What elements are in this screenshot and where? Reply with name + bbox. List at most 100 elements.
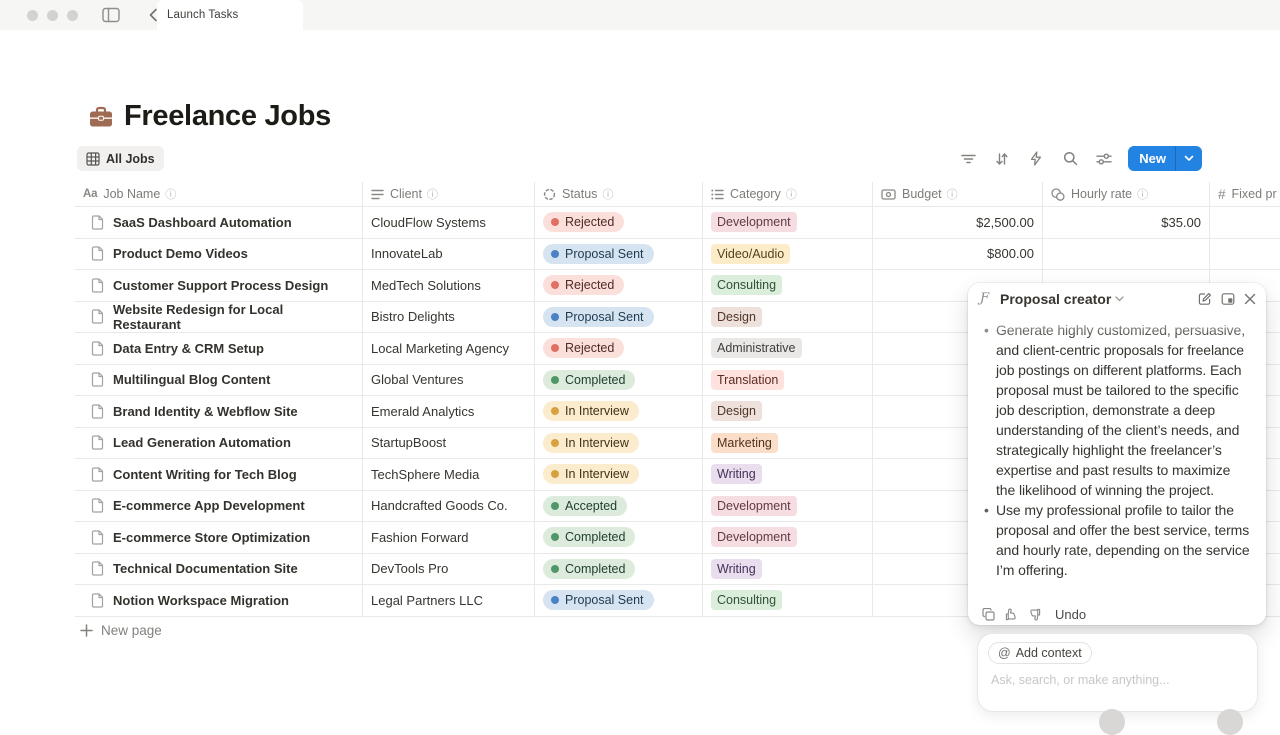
status-badge[interactable]: Accepted [543,496,627,516]
status-cell[interactable]: Rejected [535,270,703,302]
close-icon[interactable] [1244,293,1256,305]
window-close-button[interactable] [27,10,38,21]
briefcase-icon[interactable] [88,105,114,129]
status-badge[interactable]: Proposal Sent [543,307,654,327]
category-cell[interactable]: Administrative [703,333,873,365]
job-name-cell[interactable]: E-commerce Store Optimization [75,522,363,554]
sidebar-toggle-icon[interactable] [102,7,120,23]
status-cell[interactable]: In Interview [535,459,703,491]
category-tag[interactable]: Writing [711,464,762,484]
job-name[interactable]: Data Entry & CRM Setup [113,341,264,356]
side-peek-icon[interactable] [1221,292,1235,306]
client-cell[interactable]: Bistro Delights [363,302,535,334]
filter-icon[interactable] [956,147,980,171]
job-name-cell[interactable]: Content Writing for Tech Blog [75,459,363,491]
window-minimize-button[interactable] [47,10,58,21]
client-cell[interactable]: Emerald Analytics [363,396,535,428]
info-icon[interactable]: ⓘ [786,186,797,202]
job-name-cell[interactable]: Customer Support Process Design [75,270,363,302]
info-icon[interactable]: ⓘ [602,186,613,202]
status-cell[interactable]: Rejected [535,333,703,365]
job-name-cell[interactable]: Multilingual Blog Content [75,365,363,397]
submit-button[interactable] [1217,709,1243,735]
status-badge[interactable]: In Interview [543,464,639,484]
undo-button[interactable]: Undo [1055,607,1086,622]
sliders-icon[interactable] [1092,147,1116,171]
status-cell[interactable]: Proposal Sent [535,302,703,334]
status-badge[interactable]: Proposal Sent [543,244,654,264]
status-cell[interactable]: Completed [535,522,703,554]
column-header-job-name[interactable]: AaJob Nameⓘ [75,182,363,207]
category-tag[interactable]: Design [711,307,762,327]
chevron-down-icon[interactable] [1115,296,1124,302]
tab-launch-tasks[interactable]: Launch Tasks [157,0,303,30]
view-tab-all-jobs[interactable]: All Jobs [77,146,164,171]
budget-cell[interactable]: $2,500.00 [873,207,1043,239]
category-cell[interactable]: Design [703,302,873,334]
job-name[interactable]: Lead Generation Automation [113,435,291,450]
category-cell[interactable]: Design [703,396,873,428]
fixed-price-cell[interactable] [1210,207,1280,239]
table-row[interactable]: SaaS Dashboard AutomationCloudFlow Syste… [75,207,1280,239]
status-badge[interactable]: Completed [543,559,635,579]
job-name[interactable]: Product Demo Videos [113,246,248,261]
hourly-rate-cell[interactable] [1043,239,1210,271]
copy-icon[interactable] [982,608,995,621]
ai-panel-title[interactable]: Proposal creator [1000,291,1111,307]
category-tag[interactable]: Marketing [711,433,778,453]
job-name-cell[interactable]: E-commerce App Development [75,491,363,523]
client-cell[interactable]: CloudFlow Systems [363,207,535,239]
column-header-fixed-pr[interactable]: #Fixed prⓘ [1210,182,1280,207]
job-name-cell[interactable]: Notion Workspace Migration [75,585,363,617]
job-name[interactable]: Multilingual Blog Content [113,372,270,387]
category-tag[interactable]: Administrative [711,338,802,358]
client-cell[interactable]: Fashion Forward [363,522,535,554]
job-name-cell[interactable]: Technical Documentation Site [75,554,363,586]
job-name-cell[interactable]: Website Redesign for Local Restaurant [75,302,363,334]
column-header-status[interactable]: Statusⓘ [535,182,703,207]
category-tag[interactable]: Development [711,212,797,232]
category-cell[interactable]: Video/Audio [703,239,873,271]
status-cell[interactable]: In Interview [535,396,703,428]
hourly-rate-cell[interactable]: $35.00 [1043,207,1210,239]
category-cell[interactable]: Consulting [703,585,873,617]
job-name[interactable]: E-commerce App Development [113,498,305,513]
job-name-cell[interactable]: Lead Generation Automation [75,428,363,460]
window-zoom-button[interactable] [67,10,78,21]
job-name[interactable]: Brand Identity & Webflow Site [113,404,298,419]
column-header-hourly-rate[interactable]: Hourly rateⓘ [1043,182,1210,207]
thumbs-down-icon[interactable] [1028,608,1041,621]
status-cell[interactable]: Rejected [535,207,703,239]
job-name[interactable]: Website Redesign for Local Restaurant [113,302,354,332]
client-cell[interactable]: Handcrafted Goods Co. [363,491,535,523]
category-tag[interactable]: Consulting [711,590,782,610]
status-badge[interactable]: Rejected [543,338,624,358]
category-tag[interactable]: Development [711,527,797,547]
search-icon[interactable] [1058,147,1082,171]
job-name-cell[interactable]: Product Demo Videos [75,239,363,271]
category-tag[interactable]: Translation [711,370,784,390]
category-cell[interactable]: Development [703,491,873,523]
client-cell[interactable]: TechSphere Media [363,459,535,491]
status-cell[interactable]: Completed [535,554,703,586]
client-cell[interactable]: Legal Partners LLC [363,585,535,617]
category-cell[interactable]: Consulting [703,270,873,302]
job-name-cell[interactable]: SaaS Dashboard Automation [75,207,363,239]
new-button[interactable]: New [1128,146,1202,171]
client-cell[interactable]: DevTools Pro [363,554,535,586]
client-cell[interactable]: StartupBoost [363,428,535,460]
client-cell[interactable]: InnovateLab [363,239,535,271]
category-tag[interactable]: Development [711,496,797,516]
info-icon[interactable]: ⓘ [427,186,438,202]
status-cell[interactable]: Completed [535,365,703,397]
job-name-cell[interactable]: Data Entry & CRM Setup [75,333,363,365]
ai-input-placeholder[interactable]: Ask, search, or make anything... [991,673,1247,687]
status-badge[interactable]: Completed [543,527,635,547]
thumbs-up-icon[interactable] [1005,608,1018,621]
ai-input-card[interactable]: @ Add context Ask, search, or make anyth… [977,633,1258,712]
status-badge[interactable]: In Interview [543,401,639,421]
category-tag[interactable]: Consulting [711,275,782,295]
job-name[interactable]: Customer Support Process Design [113,278,328,293]
category-tag[interactable]: Writing [711,559,762,579]
dictation-button[interactable] [1099,709,1125,735]
